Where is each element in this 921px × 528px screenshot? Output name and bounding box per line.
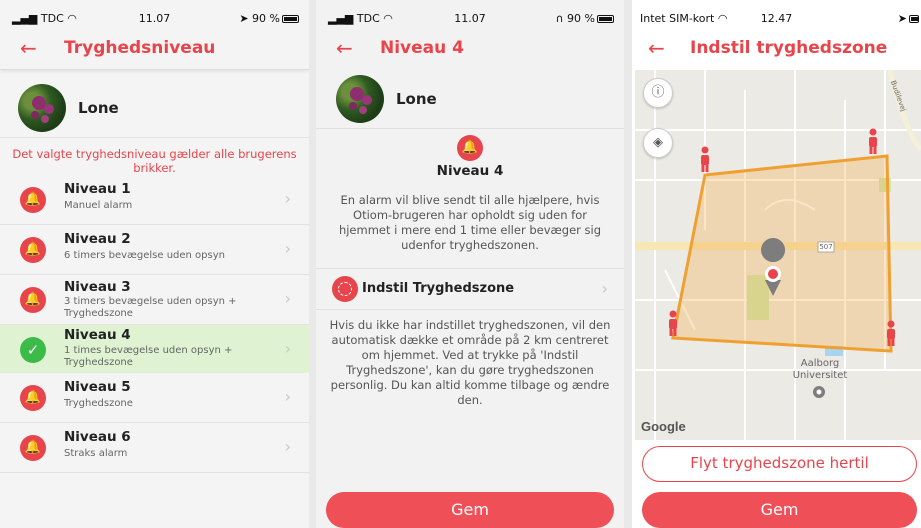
profile-header: Lone	[0, 78, 309, 138]
level-subtitle: Tryghedszone	[64, 398, 133, 409]
screen-niveau-4: ▂▄▆ TDC ◠ 11.07 ∩ 90 % ← Niveau 4 Lone 🔔…	[316, 0, 624, 528]
save-button[interactable]: Gem	[642, 492, 917, 528]
app-bar: ← Indstil tryghedszone	[632, 32, 921, 70]
profile-header: Lone	[316, 72, 624, 126]
bell-icon: 🔔	[20, 287, 46, 313]
page-title: Niveau 4	[380, 38, 464, 58]
level-item-6[interactable]: 🔔 Niveau 6 Straks alarm ›	[0, 423, 309, 473]
back-arrow-icon[interactable]: ←	[648, 36, 665, 60]
level-description: En alarm vil blive sendt til alle hjælpe…	[338, 193, 602, 252]
level-title: Niveau 2	[64, 231, 131, 247]
chevron-right-icon: ›	[601, 279, 608, 298]
headphones-icon: ∩	[555, 12, 564, 25]
chevron-right-icon: ›	[284, 437, 291, 456]
avatar	[336, 75, 384, 123]
warning-text: Det valgte tryghedsniveau gælder alle br…	[12, 147, 297, 175]
poi-label: Aalborg Universitet	[792, 358, 848, 381]
bell-icon: 🔔	[457, 135, 483, 161]
location-icon: ➤	[897, 12, 907, 25]
university-pin-icon	[813, 386, 825, 398]
map-canvas	[635, 70, 921, 440]
google-logo: Google	[641, 419, 686, 434]
checkmark-icon: ✓	[20, 337, 46, 363]
level-item-2[interactable]: 🔔 Niveau 2 6 timers bevægelse uden opsyn…	[0, 225, 309, 275]
screen-tryghedsniveau: ▂▄▆ TDC ◠ 11.07 ➤ 90 % ← Tryghedsniveau …	[0, 0, 309, 528]
chevron-right-icon: ›	[284, 289, 291, 308]
level-item-5[interactable]: 🔔 Niveau 5 Tryghedszone ›	[0, 373, 309, 423]
layers-icon[interactable]: ◈	[643, 128, 673, 158]
level-title: Niveau 4	[64, 327, 131, 343]
location-icon: ➤	[239, 12, 249, 25]
chevron-right-icon: ›	[284, 189, 291, 208]
set-safety-zone-label: Indstil Tryghedszone	[362, 281, 515, 296]
clock: 12.47	[760, 12, 793, 25]
level-subtitle: 6 timers bevægelse uden opsyn	[64, 250, 225, 261]
app-bar: ← Tryghedsniveau	[0, 32, 309, 70]
status-bar: ▂▄▆ TDC ◠ 11.07 ∩ 90 %	[316, 0, 624, 34]
bell-icon: 🔔	[20, 385, 46, 411]
road-number: 507	[819, 243, 833, 251]
level-title: Niveau 3	[64, 279, 131, 295]
bell-icon: 🔔	[20, 237, 46, 263]
set-safety-zone-row[interactable]: Indstil Tryghedszone ›	[316, 269, 624, 309]
battery-icon	[282, 15, 299, 23]
move-zone-here-button[interactable]: Flyt tryghedszone hertil	[642, 446, 917, 482]
save-button[interactable]: Gem	[326, 492, 614, 528]
bell-icon: 🔔	[20, 435, 46, 461]
info-icon[interactable]: ⓘ	[643, 78, 673, 108]
back-arrow-icon[interactable]: ←	[336, 36, 353, 60]
chevron-right-icon: ›	[284, 239, 291, 258]
back-arrow-icon[interactable]: ←	[20, 36, 37, 60]
level-subtitle: Manuel alarm	[64, 200, 133, 211]
level-title: Niveau 4	[436, 163, 504, 179]
profile-name: Lone	[396, 90, 437, 108]
page-title: Indstil tryghedszone	[690, 38, 888, 58]
avatar	[18, 83, 66, 132]
page-title: Tryghedsniveau	[64, 38, 216, 58]
profile-name: Lone	[78, 98, 119, 117]
battery-percent: 90 %	[252, 12, 280, 25]
level-title: Niveau 6	[64, 429, 131, 445]
battery-percent: 90 %	[567, 12, 595, 25]
safety-zone-info: Hvis du ikke har indstillet tryghedszone…	[329, 318, 611, 407]
status-bar: ▂▄▆ TDC ◠ 11.07 ➤ 90 %	[0, 0, 309, 34]
screen-set-safety-zone: Intet SIM-kort ◠ 12.47 ➤ ← Indstil trygh…	[632, 0, 921, 528]
level-subtitle: Straks alarm	[64, 448, 128, 459]
bell-icon: 🔔	[20, 187, 46, 213]
level-subtitle: 3 timers bevægelse uden opsyn + Trygheds…	[64, 296, 237, 319]
map-view[interactable]: 507 Budilevej Aalborg Universitet ⓘ ◈ Go…	[635, 70, 921, 440]
divider	[316, 309, 624, 310]
battery-icon	[597, 15, 614, 23]
level-title: Niveau 1	[64, 181, 131, 197]
zone-icon	[332, 276, 358, 302]
divider	[316, 128, 624, 129]
status-bar: Intet SIM-kort ◠ 12.47 ➤	[632, 0, 921, 34]
battery-icon	[909, 15, 919, 23]
level-item-1[interactable]: 🔔 Niveau 1 Manuel alarm ›	[0, 175, 309, 225]
level-item-4[interactable]: ✓ Niveau 4 1 times bevægelse uden opsyn …	[0, 325, 309, 375]
chevron-right-icon: ›	[284, 387, 291, 406]
level-item-3[interactable]: 🔔 Niveau 3 3 timers bevægelse uden opsyn…	[0, 275, 309, 325]
level-title: Niveau 5	[64, 379, 131, 395]
level-subtitle: 1 times bevægelse uden opsyn + Tryghedsz…	[64, 345, 233, 368]
app-bar: ← Niveau 4	[316, 32, 624, 70]
chevron-right-icon: ›	[284, 339, 291, 358]
